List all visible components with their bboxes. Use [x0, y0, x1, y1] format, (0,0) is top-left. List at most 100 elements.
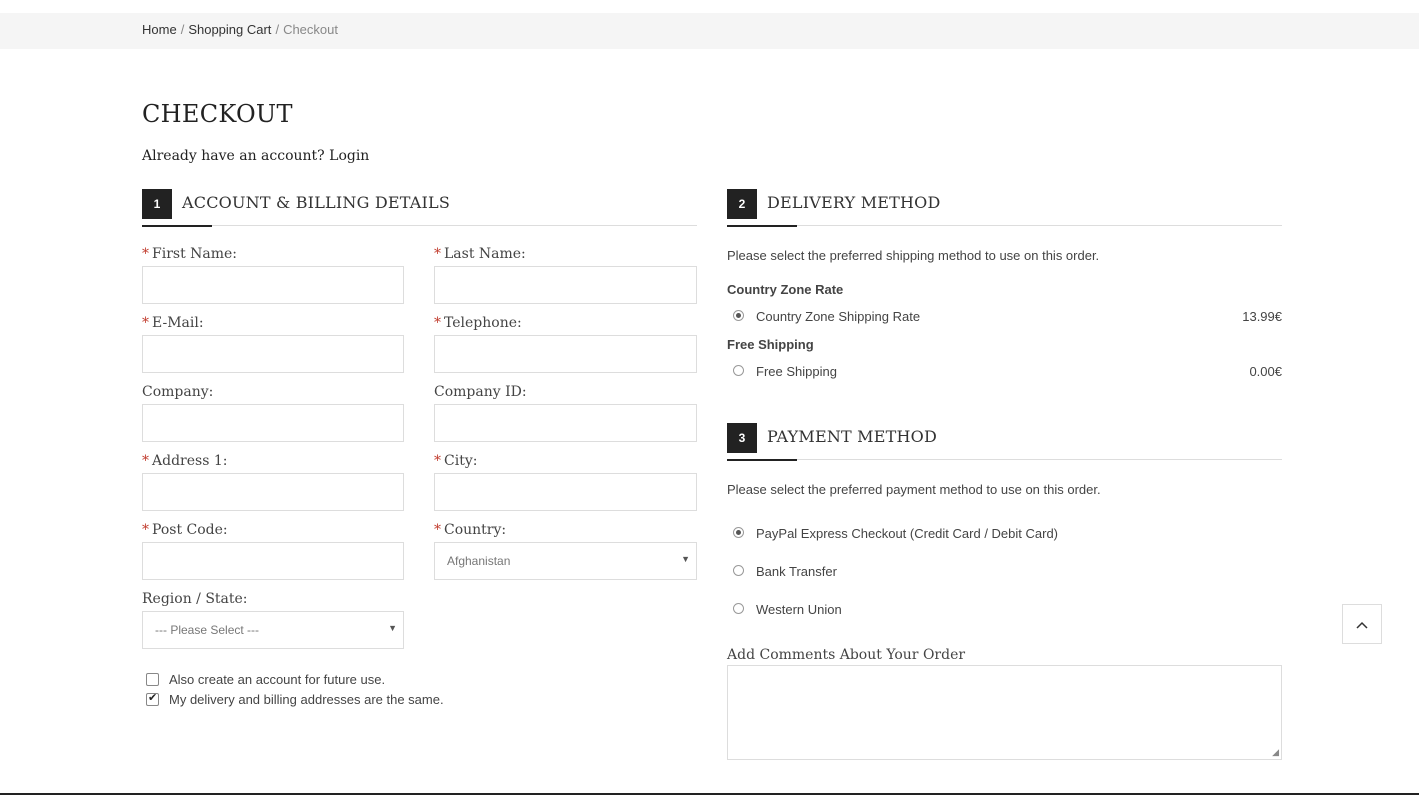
company-label: Company: — [142, 384, 214, 400]
required-marker: * — [434, 246, 441, 262]
shipping-radio[interactable] — [733, 365, 744, 376]
payment-radio[interactable] — [733, 527, 744, 538]
required-marker: * — [434, 315, 441, 331]
label-text: Post Code: — [152, 522, 228, 538]
shipping-price: 13.99€ — [1242, 309, 1282, 324]
step-number-badge: 2 — [727, 189, 757, 219]
country-label: * Country: — [434, 522, 506, 538]
required-marker: * — [142, 522, 149, 538]
label-text: Address 1: — [152, 453, 228, 469]
post-code-label: * Post Code: — [142, 522, 228, 538]
email-label: * E-Mail: — [142, 315, 204, 331]
caret-down-icon: ▼ — [388, 623, 397, 633]
comments-label: Add Comments About Your Order — [727, 647, 966, 663]
same-address-checkbox[interactable]: ✔ — [146, 692, 159, 706]
shipping-radio[interactable] — [733, 310, 744, 321]
step-number-badge: 3 — [727, 423, 757, 453]
step-number-badge: 1 — [142, 189, 172, 219]
chevron-up-icon — [1356, 616, 1368, 632]
telephone-input[interactable] — [434, 335, 697, 373]
shipping-group-title: Free Shipping — [727, 337, 814, 352]
breadcrumb-separator: / — [180, 22, 185, 37]
address1-label: * Address 1: — [142, 453, 227, 469]
breadcrumb-separator: / — [275, 22, 280, 37]
label-text: City: — [444, 453, 478, 469]
create-account-checkbox[interactable] — [146, 673, 159, 686]
section-underline — [142, 225, 212, 227]
checkmark-icon: ✔ — [148, 692, 158, 704]
city-label: * City: — [434, 453, 477, 469]
email-input[interactable] — [142, 335, 404, 373]
label-text: Country: — [444, 522, 507, 538]
label-text: Telephone: — [444, 315, 522, 331]
breadcrumb-bar: Home / Shopping Cart / Checkout — [0, 13, 1419, 49]
shipping-price: 0.00€ — [1249, 364, 1282, 379]
section-title: PAYMENT METHOD — [767, 427, 938, 446]
shipping-option-free[interactable]: Free Shipping 0.00€ — [733, 364, 1282, 380]
create-account-option[interactable]: Also create an account for future use. — [146, 672, 546, 688]
section-title: DELIVERY METHOD — [767, 193, 941, 212]
label-text: Last Name: — [444, 246, 526, 262]
breadcrumb-home-link[interactable]: Home — [142, 22, 177, 37]
country-select[interactable]: Afghanistan ▼ — [434, 542, 697, 580]
payment-option-label: PayPal Express Checkout (Credit Card / D… — [756, 526, 1059, 541]
address1-input[interactable] — [142, 473, 404, 511]
account-billing-header: 1 ACCOUNT & BILLING DETAILS — [142, 189, 697, 227]
region-selected-value: --- Please Select --- — [155, 623, 260, 637]
required-marker: * — [142, 453, 149, 469]
required-marker: * — [142, 315, 149, 331]
shipping-option-label: Free Shipping — [756, 364, 837, 379]
account-prompt: Already have an account? Login — [142, 148, 369, 164]
payment-description: Please select the preferred payment meth… — [727, 482, 1101, 497]
delivery-method-header: 2 DELIVERY METHOD — [727, 189, 1282, 227]
resize-grip-icon[interactable]: ◢ — [1272, 747, 1279, 758]
same-address-option[interactable]: ✔ My delivery and billing addresses are … — [146, 692, 546, 708]
payment-radio[interactable] — [733, 565, 744, 576]
payment-option-label: Western Union — [756, 602, 842, 617]
shipping-group-title: Country Zone Rate — [727, 282, 844, 297]
label-text: E-Mail: — [152, 315, 204, 331]
radio-selected-dot — [736, 530, 741, 535]
required-marker: * — [434, 522, 441, 538]
region-select[interactable]: --- Please Select --- ▼ — [142, 611, 404, 649]
same-address-label: My delivery and billing addresses are th… — [169, 692, 444, 707]
payment-method-header: 3 PAYMENT METHOD — [727, 423, 1282, 461]
city-input[interactable] — [434, 473, 697, 511]
payment-option-paypal[interactable]: PayPal Express Checkout (Credit Card / D… — [733, 526, 1282, 542]
scroll-to-top-button[interactable] — [1342, 604, 1382, 644]
payment-option-western-union[interactable]: Western Union — [733, 602, 1282, 618]
caret-down-icon: ▼ — [681, 554, 690, 564]
first-name-input[interactable] — [142, 266, 404, 304]
last-name-input[interactable] — [434, 266, 697, 304]
login-link[interactable]: Login — [329, 148, 369, 164]
create-account-label: Also create an account for future use. — [169, 672, 386, 687]
payment-option-bank-transfer[interactable]: Bank Transfer — [733, 564, 1282, 580]
company-input[interactable] — [142, 404, 404, 442]
page-title: CHECKOUT — [142, 100, 293, 128]
label-text: First Name: — [152, 246, 238, 262]
radio-selected-dot — [736, 313, 741, 318]
last-name-label: * Last Name: — [434, 246, 526, 262]
first-name-label: * First Name: — [142, 246, 237, 262]
payment-radio[interactable] — [733, 603, 744, 614]
required-marker: * — [142, 246, 149, 262]
payment-option-label: Bank Transfer — [756, 564, 837, 579]
breadcrumb-current: Checkout — [283, 22, 338, 37]
country-selected-value: Afghanistan — [447, 554, 511, 568]
section-underline — [727, 225, 797, 227]
section-underline — [727, 459, 797, 461]
post-code-input[interactable] — [142, 542, 404, 580]
breadcrumb: Home / Shopping Cart / Checkout — [142, 22, 338, 37]
shipping-option-country-zone[interactable]: Country Zone Shipping Rate 13.99€ — [733, 309, 1282, 325]
section-title: ACCOUNT & BILLING DETAILS — [182, 193, 451, 212]
company-id-input[interactable] — [434, 404, 697, 442]
breadcrumb-cart-link[interactable]: Shopping Cart — [188, 22, 271, 37]
delivery-description: Please select the preferred shipping met… — [727, 248, 1100, 263]
region-label: Region / State: — [142, 591, 248, 607]
required-marker: * — [434, 453, 441, 469]
comments-textarea[interactable]: ◢ — [727, 665, 1282, 760]
account-prompt-text: Already have an account? — [142, 148, 325, 164]
telephone-label: * Telephone: — [434, 315, 522, 331]
shipping-option-label: Country Zone Shipping Rate — [756, 309, 921, 324]
company-id-label: Company ID: — [434, 384, 527, 400]
